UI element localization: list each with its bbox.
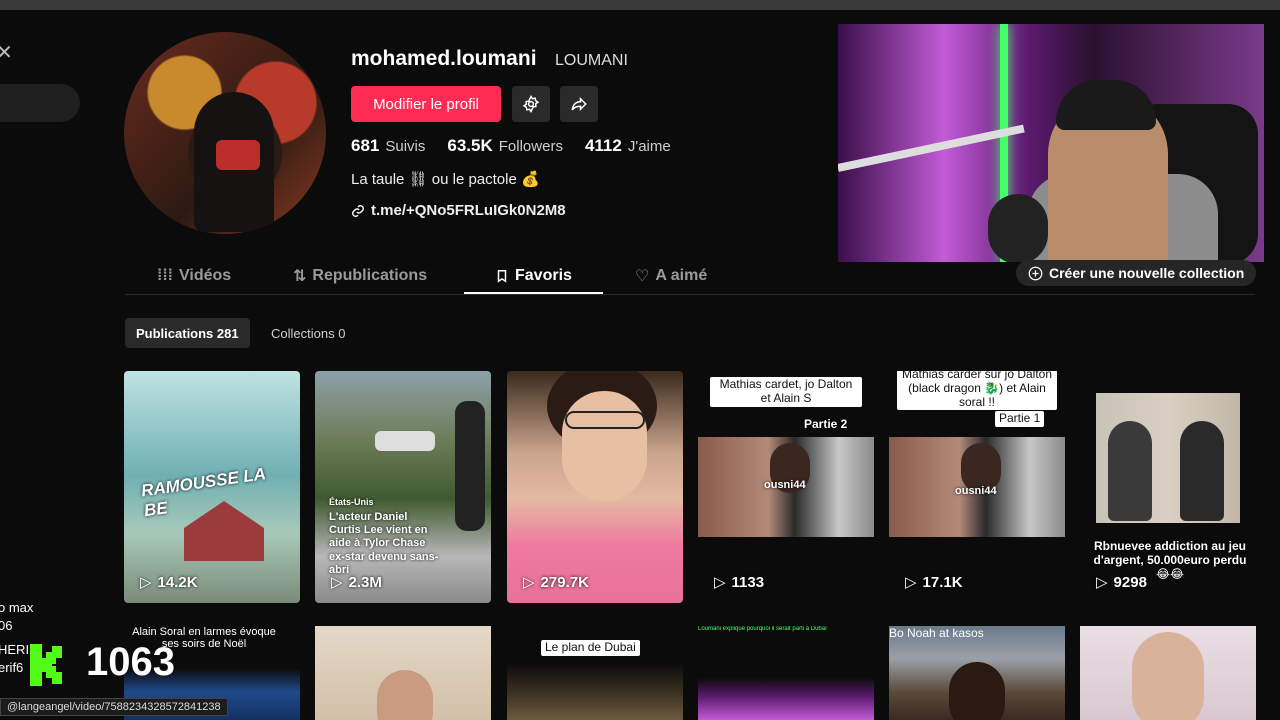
video-card[interactable]: Mathias carder sur jo Dalton (black drag… [889, 371, 1065, 603]
subtab-publications[interactable]: Publications 281 [125, 318, 250, 348]
edit-profile-button[interactable]: Modifier le profil [351, 86, 501, 122]
view-count: ▷ 279.7K [523, 573, 589, 592]
view-count: ▷ 17.1K [905, 573, 963, 592]
profile-stats: 681 Suivis 63.5K Followers 4112 J'aime [351, 136, 671, 156]
tab-favorites[interactable]: Favoris [495, 258, 572, 294]
grid-icon: ⁞⁞⁞ [157, 267, 173, 284]
video-handle: ousni44 [955, 485, 997, 497]
play-icon: ▷ [140, 574, 152, 591]
sidebar-text-line: erif6 [0, 660, 24, 675]
subtab-collections[interactable]: Collections 0 [260, 318, 356, 348]
tab-liked[interactable]: ♡ A aimé [635, 258, 707, 294]
sidebar-text-line: 06 [0, 618, 13, 633]
repost-icon: ⇅ [293, 268, 307, 285]
video-caption: Mathias cardet, jo Dalton et Alain S [710, 377, 862, 407]
play-icon: ▷ [714, 574, 726, 591]
video-caption: Mathias carder sur jo Dalton (black drag… [897, 371, 1057, 411]
avatar-shirt [216, 140, 260, 170]
profile-tabs: ⁞⁞⁞ Vidéos ⇅ Republications Favoris ♡ A aim… [125, 258, 1025, 294]
video-tag: États-Unis [329, 497, 374, 507]
video-card[interactable]: Rbnuevee addiction au jeu d'argent, 50.0… [1080, 371, 1256, 603]
sidebar-text-line: o max [0, 600, 34, 615]
mic-arm [838, 124, 1025, 172]
kick-logo-icon [30, 644, 62, 686]
likes-stat: 4112 J'aime [584, 136, 671, 155]
video-part-label: Partie 1 [995, 411, 1045, 427]
heart-icon: ♡ [635, 268, 650, 285]
profile-link[interactable]: t.me/+QNo5FRLuIGk0N2M8 [351, 202, 566, 219]
plus-circle-icon [1028, 266, 1043, 280]
settings-button[interactable] [512, 86, 550, 122]
streamer-webcam [838, 24, 1264, 262]
view-count: ▷ 14.2K [140, 573, 198, 592]
profile-avatar[interactable] [124, 32, 326, 234]
tabs-divider [125, 294, 1255, 295]
view-count: ▷ 9298 [1096, 573, 1147, 592]
video-caption: Le plan de Dubai [541, 640, 640, 656]
video-caption: Loumani explique pourquoi il serait part… [698, 626, 827, 632]
browser-top-bar [0, 0, 1280, 10]
view-count: ▷ 1133 [714, 573, 765, 592]
profile-bio: La taule ⛓ ou le pactole 💰 [351, 171, 540, 188]
play-icon: ▷ [905, 574, 917, 591]
video-card[interactable] [315, 626, 491, 720]
tab-videos[interactable]: ⁞⁞⁞ Vidéos [157, 258, 231, 294]
video-card[interactable]: RAMOUSSE LA BE ▷ 14.2K [124, 371, 300, 603]
profile-username: mohamed.loumani [351, 47, 537, 70]
close-icon[interactable]: ✕ [0, 40, 13, 65]
play-icon: ▷ [1096, 574, 1108, 591]
video-card[interactable]: Bo Noah at kasos [889, 626, 1065, 720]
video-card[interactable]: ▷ 279.7K [507, 371, 683, 603]
play-icon: ▷ [523, 574, 535, 591]
microphone [988, 194, 1048, 262]
profile-nickname: LOUMANI [555, 52, 628, 69]
streamer-hair [1056, 80, 1156, 130]
video-card[interactable]: Le plan de Dubai [507, 626, 683, 720]
share-button[interactable] [560, 86, 598, 122]
video-caption: Bo Noah at kasos [889, 626, 984, 640]
video-overlay-text: L'acteur Daniel Curtis Lee vient en aide… [329, 511, 439, 576]
video-card[interactable] [1080, 626, 1256, 720]
followers-stat[interactable]: 63.5K Followers [447, 136, 563, 156]
video-card[interactable]: États-Unis L'acteur Daniel Curtis Lee vi… [315, 371, 491, 603]
link-icon [352, 204, 364, 217]
bookmark-icon [497, 270, 507, 283]
video-card[interactable]: Loumani explique pourquoi il serait part… [698, 626, 874, 720]
share-icon [571, 96, 587, 112]
following-stat[interactable]: 681 Suivis [351, 136, 425, 156]
video-handle: ousni44 [764, 479, 806, 491]
video-card[interactable]: Mathias cardet, jo Dalton et Alain S Par… [698, 371, 874, 603]
create-collection-label: Créer une nouvelle collection [1049, 265, 1245, 281]
tab-reposts[interactable]: ⇅ Republications [293, 258, 427, 294]
status-bar-url: @langeangel/video/7588234328572841238 [0, 698, 228, 716]
gear-icon [522, 95, 540, 113]
create-collection-button[interactable]: Créer une nouvelle collection [1016, 260, 1257, 286]
profile-link-text: t.me/+QNo5FRLuIGk0N2M8 [371, 202, 566, 219]
sidebar-search-input[interactable] [0, 84, 80, 122]
video-part-label: Partie 2 [804, 417, 848, 431]
play-icon: ▷ [331, 574, 343, 591]
view-count: ▷ 2.3M [331, 573, 382, 592]
viewer-counter: 1063 [86, 640, 175, 684]
sidebar-text-line: HERI [0, 642, 30, 657]
